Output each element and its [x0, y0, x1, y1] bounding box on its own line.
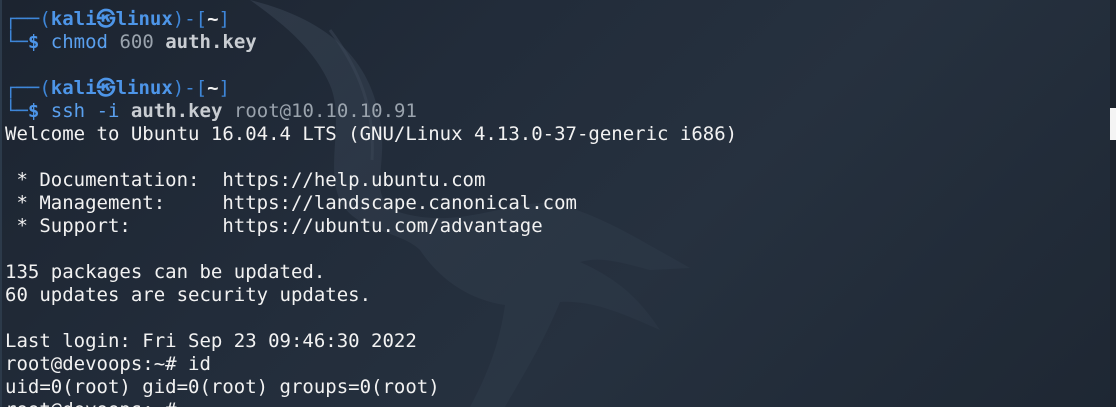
- command-target: root@10.10.10.91: [233, 100, 417, 122]
- prompt-frame: └─: [5, 100, 28, 122]
- terminal-window[interactable]: ┌──(kali㉿linux)-[~] └─$ chmod 600 auth.k…: [0, 0, 1110, 407]
- prompt-separator: )-[: [172, 8, 208, 30]
- prompt-directory: ~: [207, 8, 219, 30]
- command-file: auth.key: [165, 31, 257, 53]
- prompt-frame: ┌──: [5, 8, 40, 30]
- prompt-directory: ~: [207, 77, 219, 99]
- prompt-user: kali: [50, 77, 97, 99]
- root-prompt-current[interactable]: root@devoops:~#: [5, 399, 177, 407]
- output-welcome: Welcome to Ubuntu 16.04.4 LTS (GNU/Linux…: [5, 123, 738, 145]
- output-uid: uid=0(root) gid=0(root) groups=0(root): [5, 376, 440, 398]
- output-management: * Management: https://landscape.canonica…: [5, 192, 577, 214]
- prompt-line-1: ┌──(kali㉿linux)-[~]: [5, 8, 230, 31]
- prompt-at-symbol: ㉿: [96, 77, 116, 99]
- terminal-scrollbar[interactable]: [1110, 0, 1116, 407]
- command-name: chmod: [50, 31, 108, 53]
- prompt-dollar: $: [27, 31, 40, 53]
- root-prompt-id: root@devoops:~# id: [5, 353, 211, 375]
- prompt-user: kali: [50, 8, 97, 30]
- prompt-separator: )-[: [172, 77, 208, 99]
- command-name: ssh: [50, 100, 86, 122]
- command-file: auth.key: [130, 100, 223, 122]
- output-packages: 135 packages can be updated.: [5, 261, 326, 283]
- prompt-dollar: $: [27, 100, 40, 122]
- output-last-login: Last login: Fri Sep 23 09:46:30 2022: [5, 330, 417, 352]
- prompt-paren: (: [39, 8, 51, 30]
- command-line-1: └─$ chmod 600 auth.key: [5, 31, 257, 54]
- prompt-host: linux: [115, 8, 173, 30]
- output-documentation: * Documentation: https://help.ubuntu.com: [5, 169, 486, 191]
- command-line-2: └─$ ssh -i auth.key root@10.10.10.91: [5, 100, 417, 123]
- scrollbar-thumb[interactable]: [1110, 108, 1116, 140]
- prompt-frame: ┌──: [5, 77, 40, 99]
- prompt-bracket: ]: [218, 77, 230, 99]
- prompt-frame: └─: [5, 31, 28, 53]
- output-security-updates: 60 updates are security updates.: [5, 284, 372, 306]
- command-flag: -i: [96, 100, 120, 122]
- window-edge: [0, 0, 2, 407]
- command-argument: 600: [119, 31, 154, 53]
- prompt-at-symbol: ㉿: [96, 8, 116, 30]
- prompt-paren: (: [39, 77, 51, 99]
- prompt-host: linux: [115, 77, 173, 99]
- output-support: * Support: https://ubuntu.com/advantage: [5, 215, 543, 237]
- prompt-line-2: ┌──(kali㉿linux)-[~]: [5, 77, 230, 100]
- prompt-bracket: ]: [218, 8, 230, 30]
